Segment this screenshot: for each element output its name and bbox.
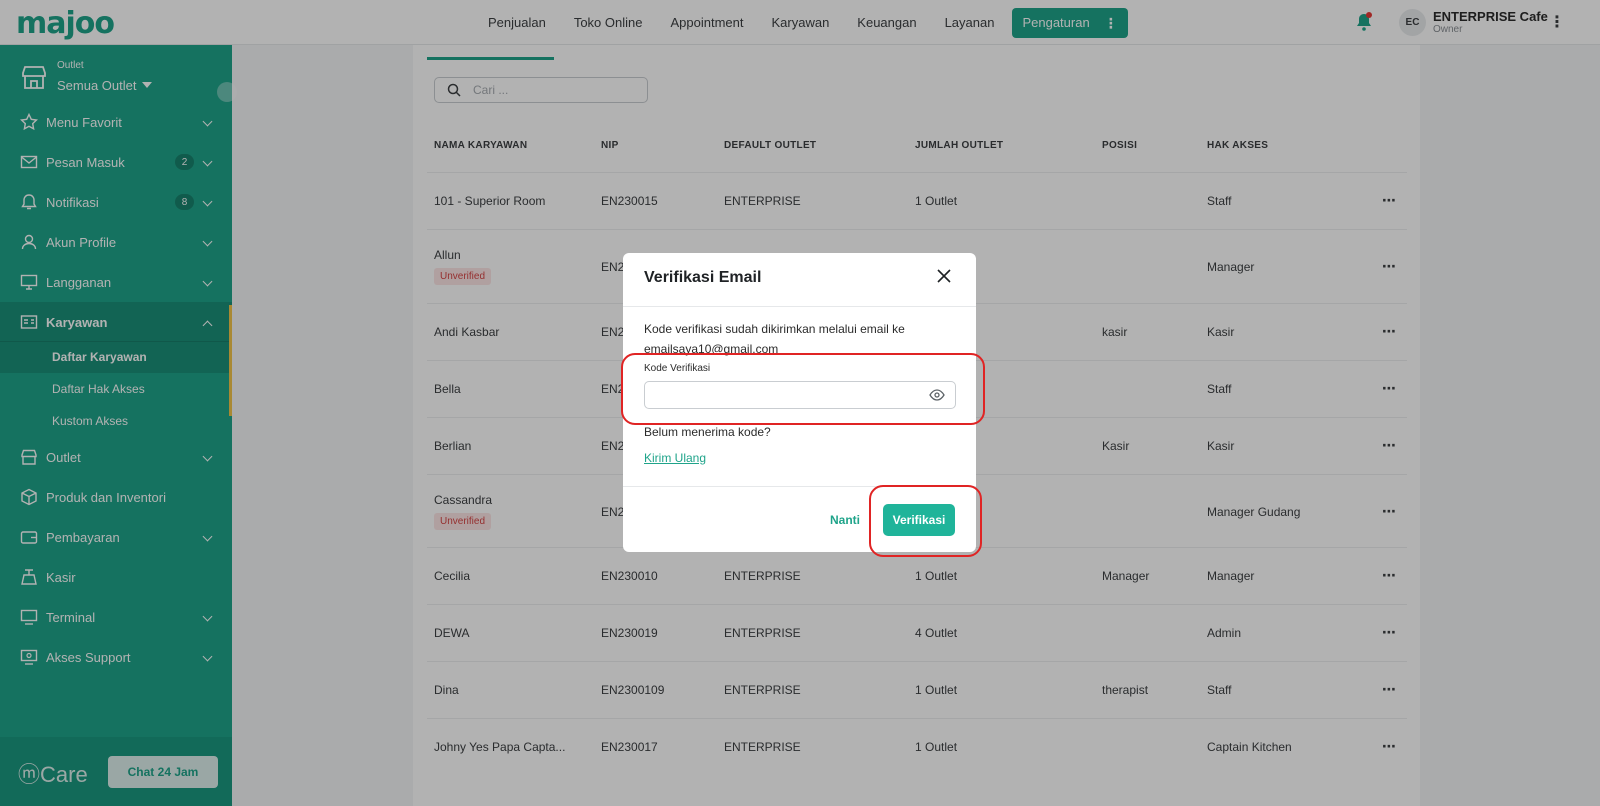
close-icon[interactable] — [936, 268, 952, 284]
resend-link[interactable]: Kirim Ulang — [644, 451, 706, 465]
highlight-ring — [869, 485, 982, 557]
highlight-ring — [621, 353, 985, 425]
resend-question: Belum menerima kode? — [644, 425, 771, 439]
dialog-title: Verifikasi Email — [644, 269, 762, 286]
later-button[interactable]: Nanti — [830, 513, 860, 527]
divider — [623, 306, 976, 307]
